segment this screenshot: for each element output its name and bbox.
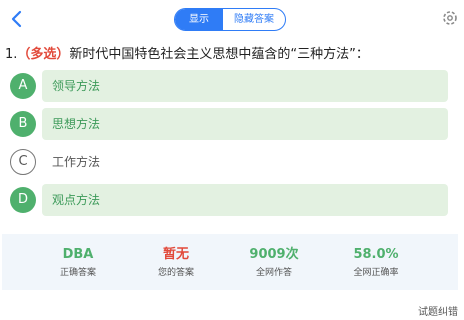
option-letter: A bbox=[10, 73, 36, 99]
stat-value: DBA bbox=[62, 247, 94, 262]
option-text: 观点方法 bbox=[42, 184, 448, 216]
option-letter: B bbox=[10, 111, 36, 137]
option-text: 思想方法 bbox=[42, 108, 448, 140]
stat-correct-answer: DBA 正确答案 bbox=[28, 246, 128, 280]
chevron-left-icon bbox=[11, 10, 22, 28]
question-number: 1. bbox=[5, 47, 18, 62]
stat-label: 全网正确率 bbox=[353, 268, 399, 278]
question-text: 1.（多选）新时代中国特色社会主义思想中蕴含的“三种方法”： bbox=[5, 45, 461, 65]
toggle-hide-answer[interactable]: 隐藏答案 bbox=[223, 9, 285, 30]
answer-stats-panel: DBA 正确答案 暂无 您的答案 9009次 全网作答 58.0% 全网正确率 bbox=[2, 234, 458, 290]
stat-label: 正确答案 bbox=[59, 268, 96, 278]
stat-value: 暂无 bbox=[162, 247, 189, 262]
option-letter: C bbox=[10, 149, 36, 175]
answer-visibility-toggle: 显示 隐藏答案 bbox=[174, 8, 286, 31]
stat-value: 58.0% bbox=[353, 247, 399, 262]
option-text: 工作方法 bbox=[52, 155, 101, 169]
question-stem: 新时代中国特色社会主义思想中蕴含的“三种方法”： bbox=[69, 47, 369, 62]
option-c[interactable]: C 工作方法 bbox=[8, 146, 450, 180]
stat-value: 9009次 bbox=[249, 247, 299, 262]
option-text: 领导方法 bbox=[42, 70, 448, 102]
stat-label: 您的答案 bbox=[157, 268, 194, 278]
option-d[interactable]: D 观点方法 bbox=[8, 184, 450, 218]
option-letter: D bbox=[10, 187, 36, 213]
report-error-link[interactable]: 试题纠错 bbox=[418, 303, 458, 318]
question-type-tag: （多选） bbox=[17, 47, 70, 62]
gear-icon bbox=[443, 11, 457, 25]
option-a[interactable]: A 领导方法 bbox=[8, 70, 450, 104]
top-bar: 显示 隐藏答案 bbox=[0, 0, 464, 38]
stat-accuracy: 58.0% 全网正确率 bbox=[326, 246, 426, 280]
back-button[interactable] bbox=[6, 8, 28, 30]
toggle-show[interactable]: 显示 bbox=[175, 9, 223, 30]
option-b[interactable]: B 思想方法 bbox=[8, 108, 450, 142]
stat-your-answer: 暂无 您的答案 bbox=[126, 246, 226, 280]
settings-button[interactable] bbox=[440, 8, 460, 28]
stat-attempts: 9009次 全网作答 bbox=[224, 246, 324, 280]
stat-label: 全网作答 bbox=[255, 268, 292, 278]
